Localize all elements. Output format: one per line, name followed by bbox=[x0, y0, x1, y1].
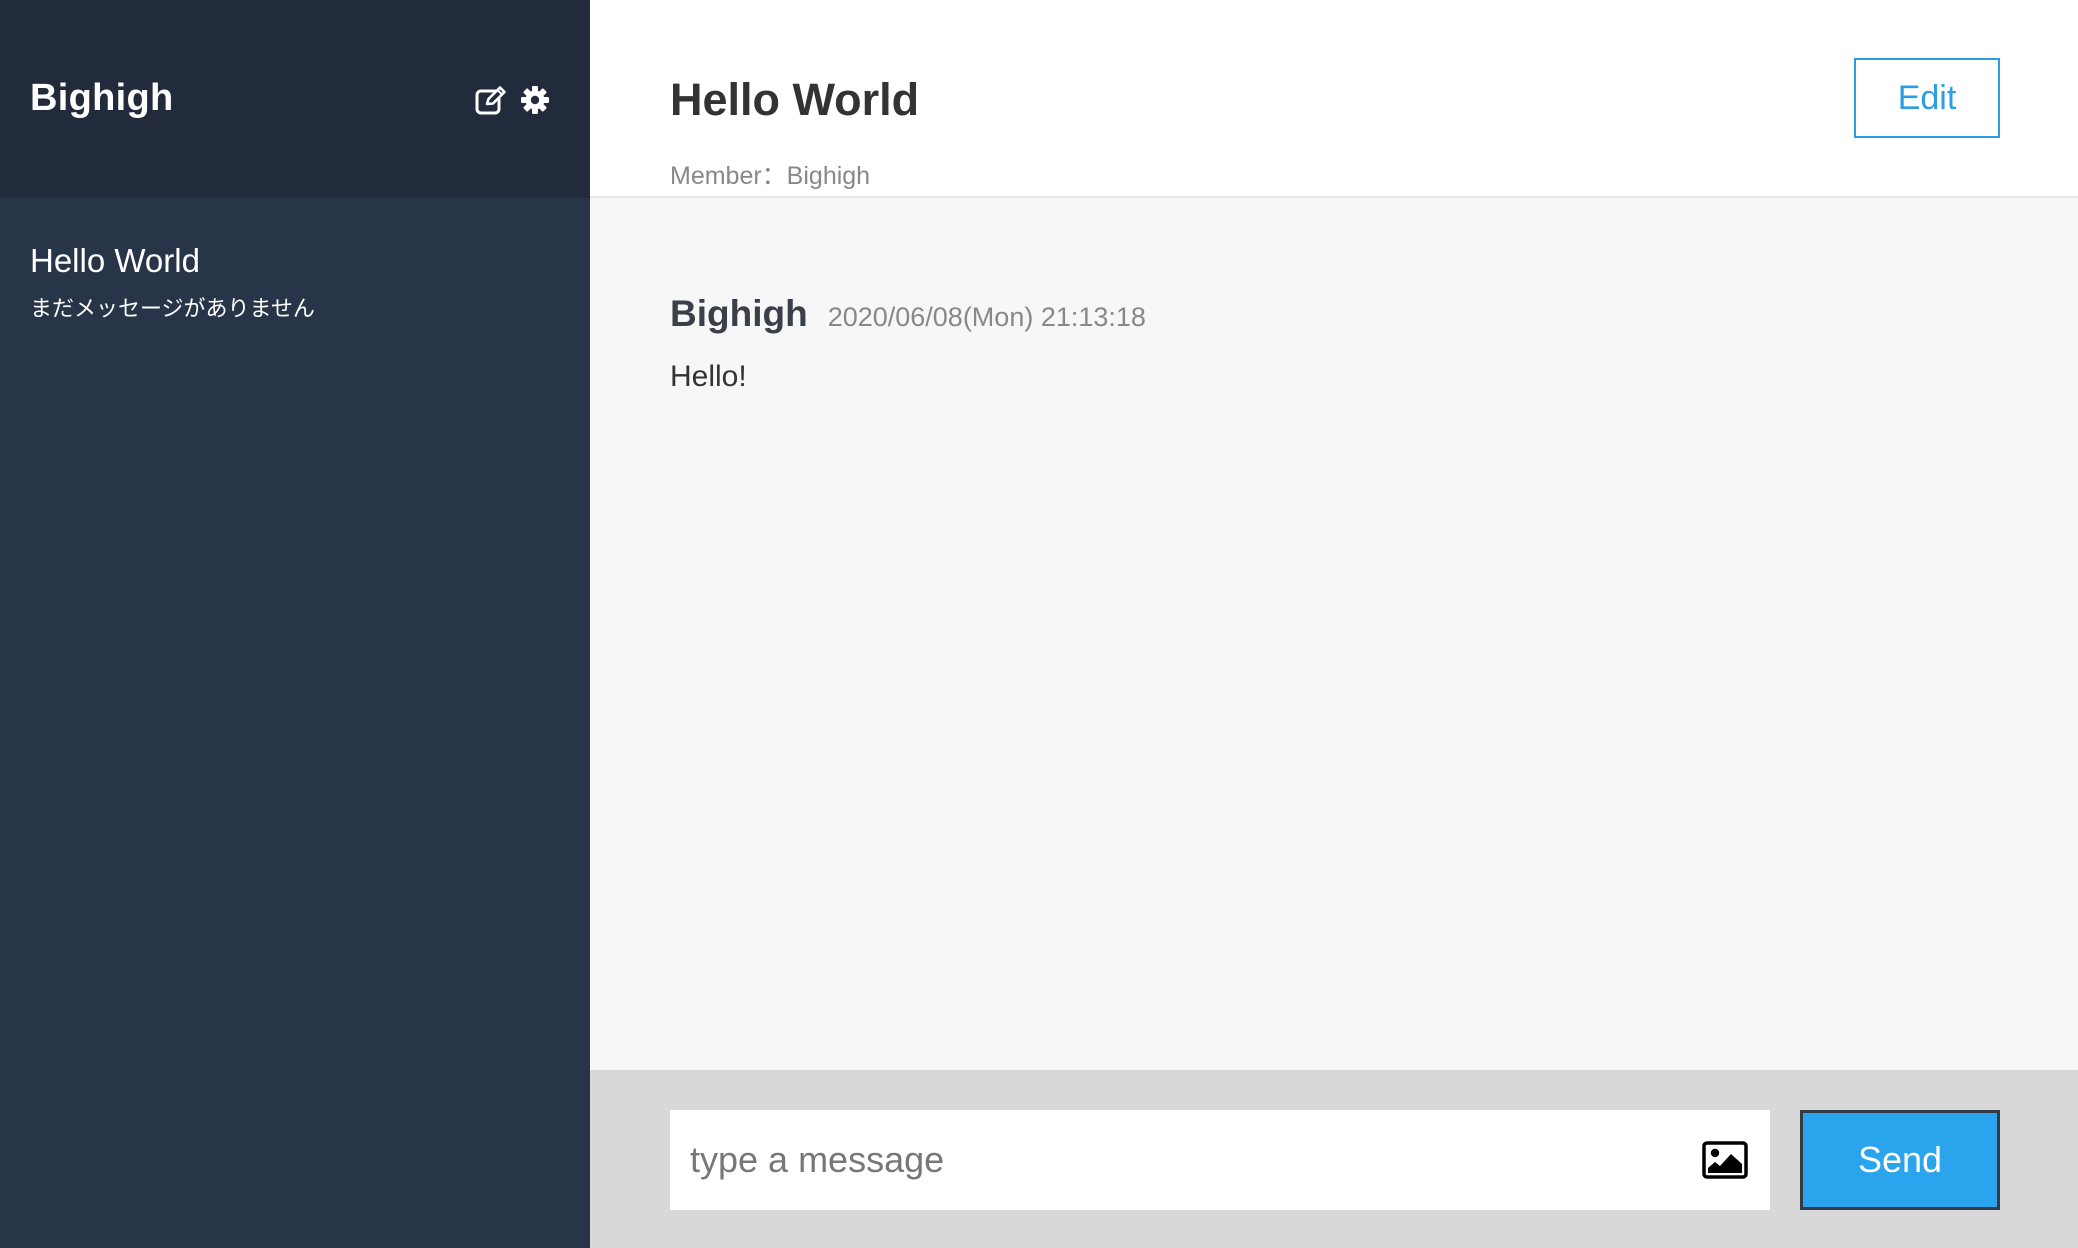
header-icons bbox=[474, 83, 552, 117]
message-list: Bighigh 2020/06/08(Mon) 21:13:18 Hello! bbox=[590, 198, 2078, 1070]
message-composer: Send bbox=[590, 1070, 2078, 1248]
edit-room-button[interactable]: Edit bbox=[1854, 58, 2000, 138]
room-name: Hello World bbox=[30, 242, 200, 279]
chat-app: Bighigh Hello World まだメッセージがありません Hello … bbox=[0, 0, 2078, 1248]
room-title: Hello World bbox=[670, 74, 920, 125]
message-text: Hello! bbox=[670, 360, 747, 393]
sidebar-header: Bighigh bbox=[0, 0, 590, 198]
sidebar: Bighigh Hello World まだメッセージがありません bbox=[0, 0, 590, 1248]
message-time: 2020/06/08(Mon) 21:13:18 bbox=[827, 302, 1146, 332]
edit-icon[interactable] bbox=[474, 83, 508, 117]
message-author: Bighigh bbox=[670, 293, 808, 334]
image-icon[interactable] bbox=[1700, 1140, 1750, 1180]
room-members: Member：Bighigh bbox=[670, 162, 871, 190]
message-meta: Bighigh 2020/06/08(Mon) 21:13:18 bbox=[670, 292, 2078, 336]
message-input[interactable] bbox=[670, 1110, 1700, 1210]
user-name: Bighigh bbox=[30, 77, 174, 119]
send-button[interactable]: Send bbox=[1800, 1110, 2000, 1210]
message-item: Bighigh 2020/06/08(Mon) 21:13:18 Hello! bbox=[670, 292, 2078, 396]
message-input-wrapper bbox=[670, 1110, 1770, 1210]
room-header: Hello World Member：Bighigh Edit bbox=[590, 0, 2078, 198]
gear-icon[interactable] bbox=[518, 83, 552, 117]
room-item[interactable]: Hello World まだメッセージがありません bbox=[0, 240, 590, 344]
room-preview: まだメッセージがありません bbox=[30, 296, 315, 321]
main-panel: Hello World Member：Bighigh Edit Bighigh … bbox=[590, 0, 2078, 1248]
room-list: Hello World まだメッセージがありません bbox=[0, 198, 590, 344]
